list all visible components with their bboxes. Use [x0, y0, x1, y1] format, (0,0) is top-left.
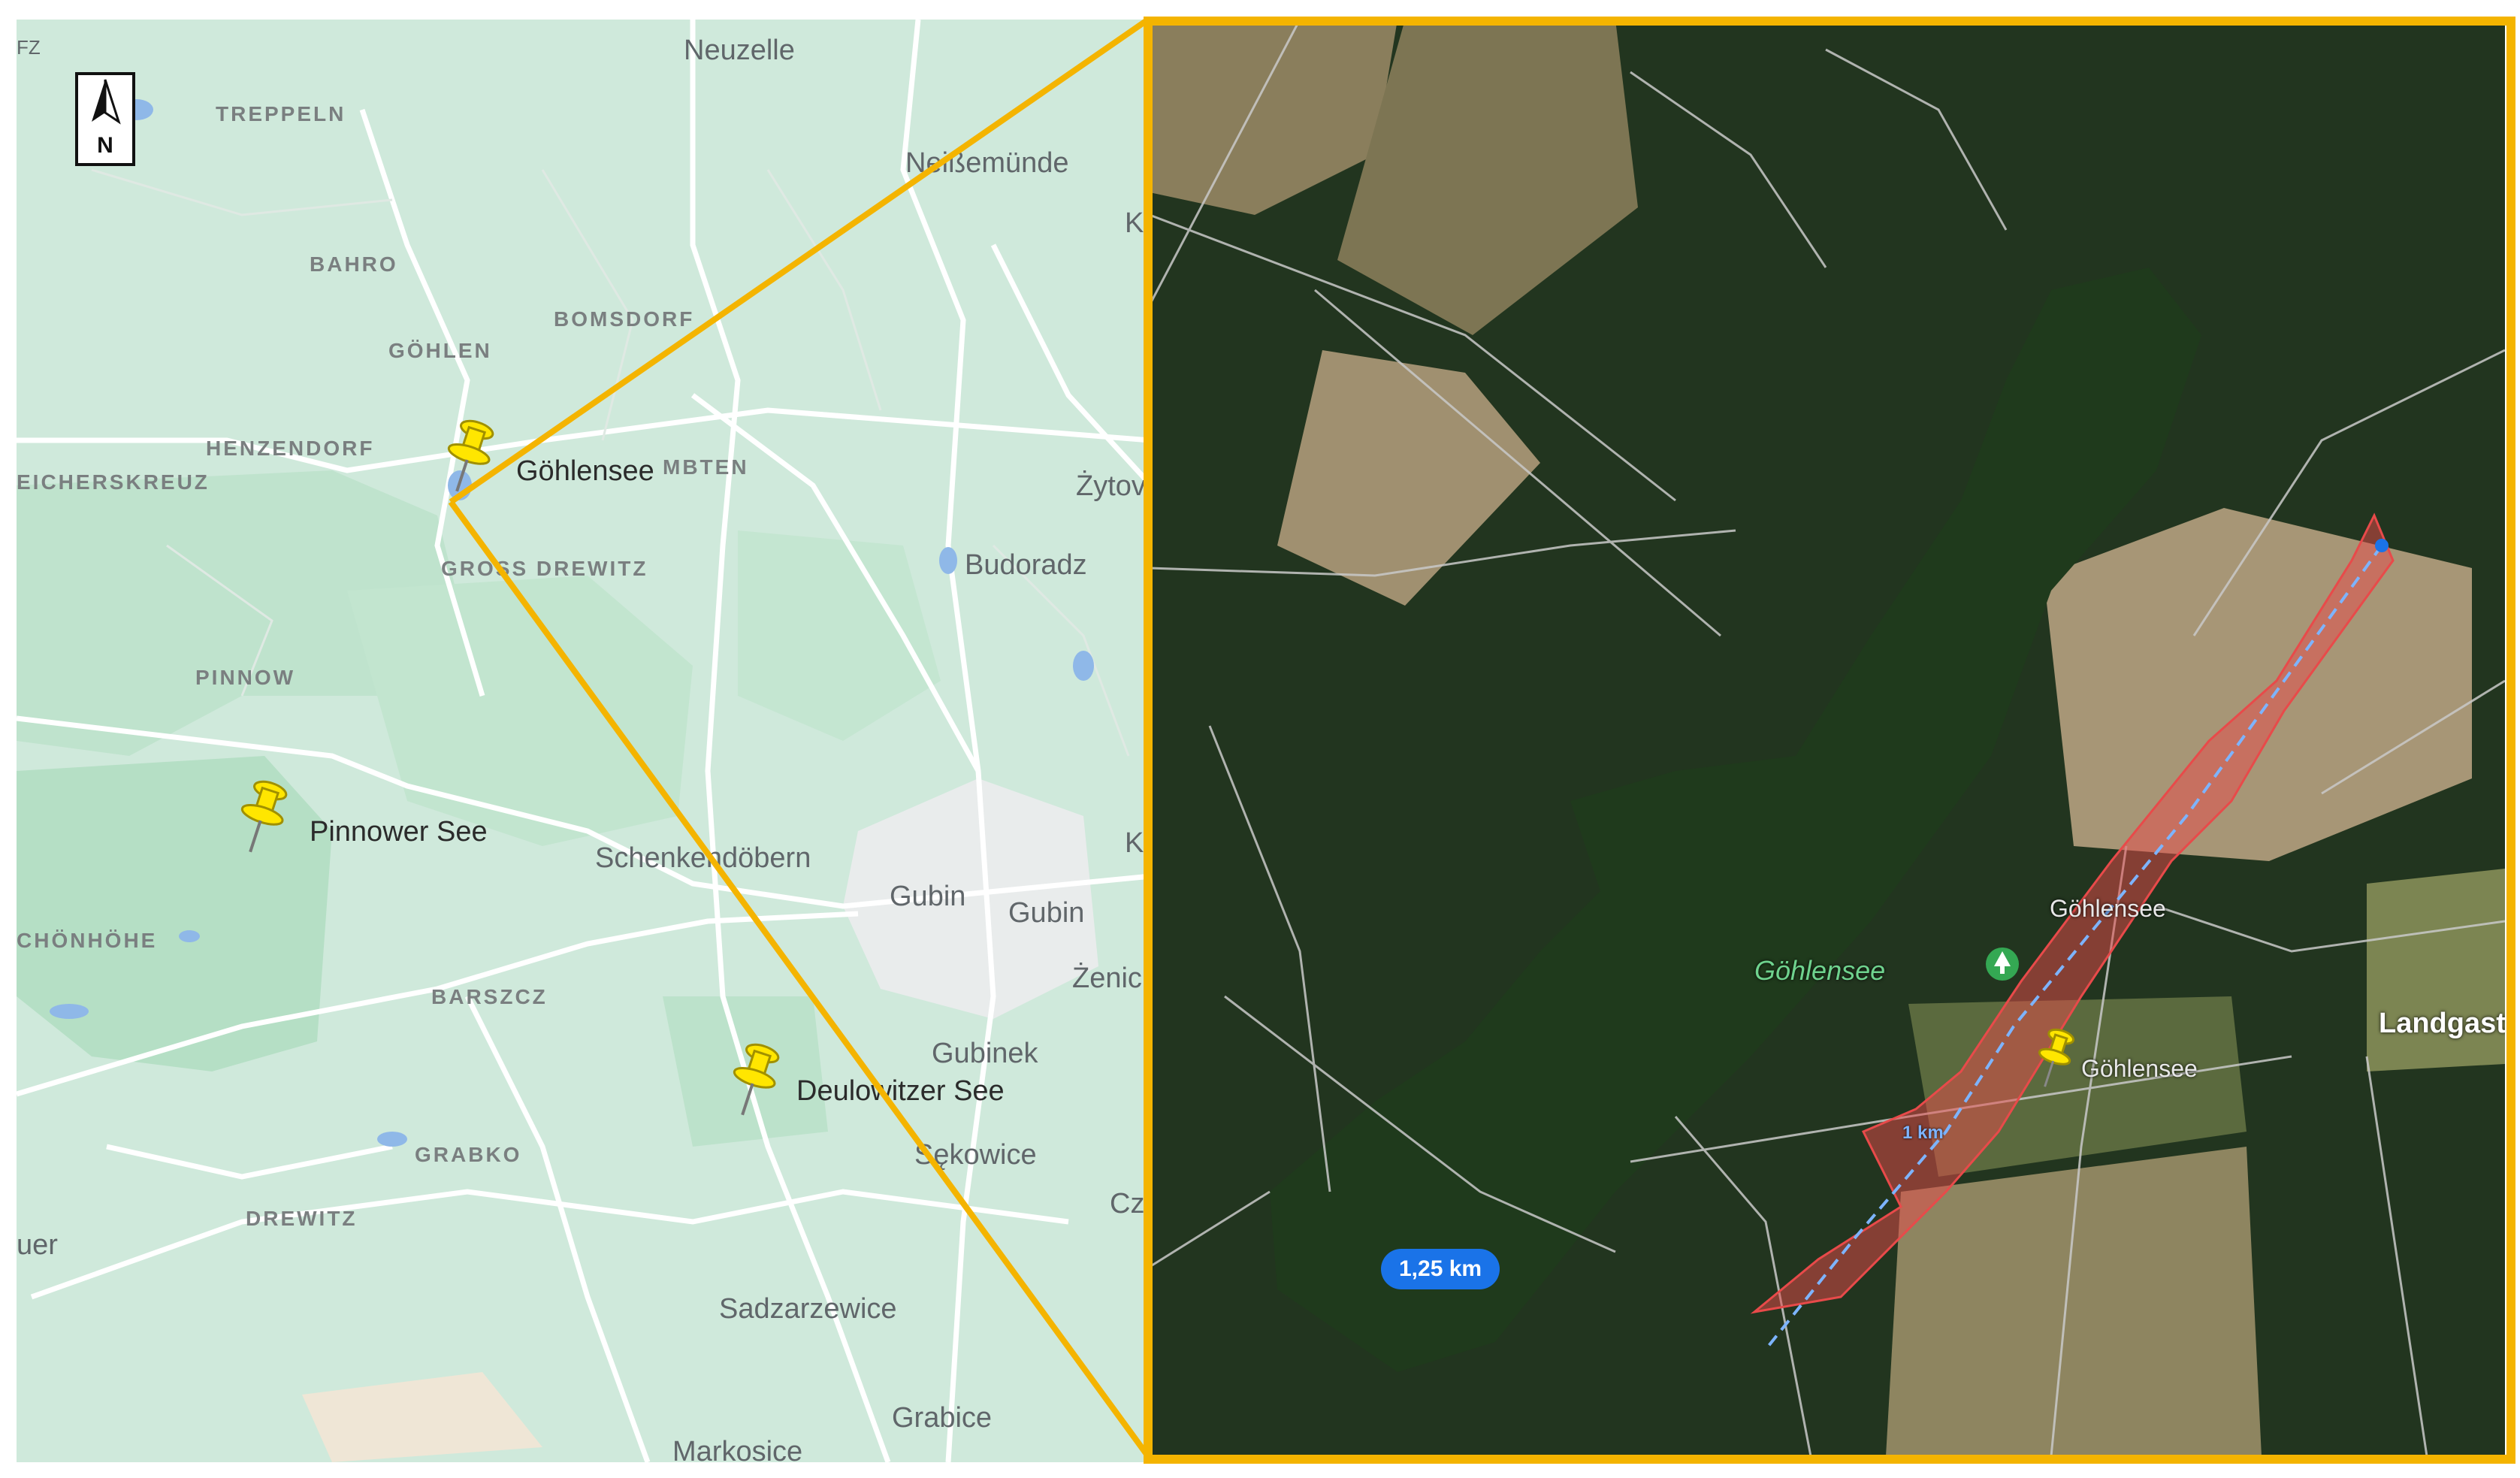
town-label: Gubin: [890, 881, 966, 912]
village-label: GRABKO: [415, 1143, 522, 1166]
town-label: K: [1125, 827, 1144, 859]
village-label: GÖHLEN: [388, 339, 492, 362]
village-label: BOMSDORF: [554, 307, 695, 331]
village-label: MBTEN: [663, 455, 749, 479]
overview-map[interactable]: N TREPPELN BAHRO BOMSDORF GÖHLEN HENZEND…: [17, 20, 1151, 1462]
village-label: BARSZCZ: [431, 985, 548, 1008]
park-label: Göhlensee: [1754, 955, 1886, 986]
town-label: Gubin: [1008, 897, 1085, 929]
town-label: K: [1125, 207, 1144, 239]
town-label: Sadzarzewice: [719, 1293, 897, 1325]
village-label: CHÖNHÖHE: [17, 929, 158, 952]
north-arrow-icon: N: [75, 72, 135, 166]
village-label: BAHRO: [310, 252, 398, 276]
town-label: Gubinek: [932, 1038, 1038, 1069]
village-label: HENZENDORF: [206, 437, 375, 460]
town-label: Neißemünde: [905, 147, 1069, 179]
town-label: uer: [17, 1229, 58, 1261]
pin-label: Göhlensee: [516, 455, 654, 487]
town-label: Cz: [1110, 1188, 1145, 1220]
town-label: Żenic: [1072, 963, 1142, 994]
village-label: EICHERSKREUZ: [17, 470, 210, 494]
town-label: Żytov: [1076, 470, 1146, 502]
town-label: Sękowice: [914, 1139, 1037, 1171]
village-label: DREWITZ: [246, 1207, 358, 1230]
overview-map-graphics: [17, 20, 1151, 1462]
pin-label: Göhlensee: [2081, 1055, 2198, 1082]
town-label: Markosice: [672, 1436, 803, 1462]
village-label: PINNOW: [195, 666, 296, 689]
lake-label: Göhlensee: [2050, 895, 2166, 922]
town-label: Schenkendöbern: [595, 842, 811, 874]
distance-badge[interactable]: 1,25 km: [1381, 1249, 1500, 1289]
km-marker: 1 km: [1902, 1123, 1944, 1143]
satellite-detail-map[interactable]: Göhlensee Göhlensee Göhlensee 1 km 1,25 …: [1150, 20, 2505, 1456]
village-label: TREPPELN: [216, 102, 346, 125]
pin-label: Deulowitzer See: [796, 1075, 1005, 1107]
hotel-label: Landgasthof-Wagenburg: [2379, 1008, 2505, 1039]
town-label: Grabice: [892, 1402, 993, 1434]
pin-label: Pinnower See: [310, 816, 488, 848]
town-label: Budoradz: [965, 549, 1087, 581]
town-label: Neuzelle: [684, 35, 795, 66]
village-label: GROSS DREWITZ: [441, 557, 648, 580]
compass-north-label: N: [97, 133, 113, 158]
town-label: FZ: [17, 36, 41, 59]
satellite-graphics: [1150, 20, 2505, 1456]
